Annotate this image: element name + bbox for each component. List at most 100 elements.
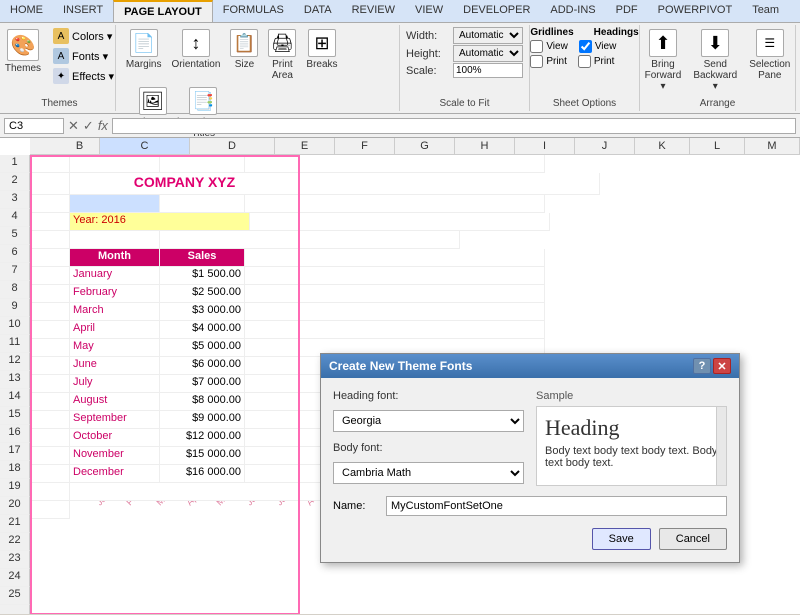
cell-c1[interactable] bbox=[70, 155, 160, 173]
cell-b7[interactable] bbox=[30, 267, 70, 285]
tab-insert[interactable]: INSERT bbox=[53, 0, 113, 22]
cell-c17-nov[interactable]: November bbox=[70, 447, 160, 465]
cell-d16-oct-sales[interactable]: $12 000.00 bbox=[160, 429, 245, 447]
cell-b11[interactable] bbox=[30, 339, 70, 357]
headings-view-check[interactable] bbox=[579, 40, 592, 53]
cell-b15[interactable] bbox=[30, 411, 70, 429]
margins-btn[interactable]: 📄 Margins bbox=[122, 27, 166, 72]
cell-d3[interactable] bbox=[160, 195, 245, 213]
width-select[interactable]: Automatic bbox=[453, 27, 523, 44]
tab-view[interactable]: VIEW bbox=[405, 0, 453, 22]
cell-c7-jan[interactable]: January bbox=[70, 267, 160, 285]
cell-rest-5[interactable] bbox=[160, 231, 460, 249]
name-input[interactable] bbox=[386, 496, 727, 516]
cell-c8-feb[interactable]: February bbox=[70, 285, 160, 303]
cell-b12[interactable] bbox=[30, 357, 70, 375]
cell-c2-company[interactable]: COMPANY XYZ bbox=[70, 173, 300, 195]
cell-rest-10[interactable] bbox=[245, 321, 545, 339]
size-btn[interactable]: 📋 Size bbox=[226, 27, 262, 72]
cell-d10-apr-sales[interactable]: $4 000.00 bbox=[160, 321, 245, 339]
cell-d17-nov-sales[interactable]: $15 000.00 bbox=[160, 447, 245, 465]
tab-page-layout[interactable]: PAGE LAYOUT bbox=[113, 0, 213, 22]
tab-team[interactable]: Team bbox=[742, 0, 789, 22]
cell-b5[interactable] bbox=[30, 231, 70, 249]
cell-c12-jun[interactable]: June bbox=[70, 357, 160, 375]
cell-b4[interactable] bbox=[30, 213, 70, 231]
cell-b16[interactable] bbox=[30, 429, 70, 447]
selection-pane-btn[interactable]: ☰ SelectionPane bbox=[745, 27, 794, 83]
cell-c10-apr[interactable]: April bbox=[70, 321, 160, 339]
tab-add-ins[interactable]: ADD-INS bbox=[540, 0, 605, 22]
cell-c4-year[interactable]: Year: 2016 bbox=[70, 213, 250, 231]
dialog-help-btn[interactable]: ? bbox=[693, 358, 711, 374]
cell-d18-dec-sales[interactable]: $16 000.00 bbox=[160, 465, 245, 483]
cell-rest-4[interactable] bbox=[250, 213, 550, 231]
fx-icon[interactable]: fx bbox=[98, 118, 108, 134]
cell-c5[interactable] bbox=[70, 231, 160, 249]
colors-btn[interactable]: A Colors ▾ bbox=[49, 27, 118, 45]
height-select[interactable]: Automatic bbox=[453, 45, 523, 62]
cell-d11-may-sales[interactable]: $5 000.00 bbox=[160, 339, 245, 357]
cell-b2[interactable] bbox=[30, 173, 70, 195]
cell-rest-6[interactable] bbox=[245, 249, 545, 267]
fx-confirm-icon[interactable]: ✓ bbox=[83, 118, 94, 134]
tab-formulas[interactable]: FORMULAS bbox=[213, 0, 294, 22]
cell-b17[interactable] bbox=[30, 447, 70, 465]
save-button[interactable]: Save bbox=[592, 528, 651, 550]
themes-btn[interactable]: 🎨 Themes bbox=[1, 27, 45, 76]
scale-input[interactable] bbox=[453, 63, 523, 78]
fonts-btn[interactable]: A Fonts ▾ bbox=[49, 47, 118, 65]
gridlines-view-check[interactable] bbox=[530, 40, 543, 53]
cell-rest-2[interactable] bbox=[300, 173, 600, 195]
sample-scrollbar[interactable] bbox=[716, 407, 726, 485]
cell-b18[interactable] bbox=[30, 465, 70, 483]
tab-pdf[interactable]: PDF bbox=[606, 0, 648, 22]
cell-b6[interactable] bbox=[30, 249, 70, 267]
body-font-select[interactable]: Cambria Math bbox=[333, 462, 524, 484]
tab-review[interactable]: REVIEW bbox=[342, 0, 405, 22]
cell-d8-feb-sales[interactable]: $2 500.00 bbox=[160, 285, 245, 303]
cell-rest-3[interactable] bbox=[245, 195, 545, 213]
tab-developer[interactable]: DEVELOPER bbox=[453, 0, 540, 22]
cell-rest-9[interactable] bbox=[245, 303, 545, 321]
cell-d13-jul-sales[interactable]: $7 000.00 bbox=[160, 375, 245, 393]
fx-cancel-icon[interactable]: ✕ bbox=[68, 118, 79, 134]
gridlines-print-check[interactable] bbox=[530, 55, 543, 68]
cell-c3[interactable] bbox=[70, 195, 160, 213]
cell-d6-sales-header[interactable]: Sales bbox=[160, 249, 245, 267]
cell-b19[interactable] bbox=[30, 483, 70, 501]
cell-b13[interactable] bbox=[30, 375, 70, 393]
tab-home[interactable]: HOME bbox=[0, 0, 53, 22]
effects-btn[interactable]: ✦ Effects ▾ bbox=[49, 67, 118, 85]
cell-c11-may[interactable]: May bbox=[70, 339, 160, 357]
cell-b8[interactable] bbox=[30, 285, 70, 303]
cell-c18-dec[interactable]: December bbox=[70, 465, 160, 483]
cell-c16-oct[interactable]: October bbox=[70, 429, 160, 447]
cell-rest-1[interactable] bbox=[245, 155, 545, 173]
cell-b9[interactable] bbox=[30, 303, 70, 321]
formula-input[interactable] bbox=[112, 118, 796, 134]
cell-b10[interactable] bbox=[30, 321, 70, 339]
cell-rest-8[interactable] bbox=[245, 285, 545, 303]
cell-c14-aug[interactable]: August bbox=[70, 393, 160, 411]
orientation-btn[interactable]: ↕ Orientation bbox=[168, 27, 225, 72]
cell-b1[interactable] bbox=[30, 155, 70, 173]
cell-d9-mar-sales[interactable]: $3 000.00 bbox=[160, 303, 245, 321]
cell-d15-sep-sales[interactable]: $9 000.00 bbox=[160, 411, 245, 429]
dialog-close-btn[interactable]: ✕ bbox=[713, 358, 731, 374]
name-box[interactable] bbox=[4, 118, 64, 134]
cell-d12-jun-sales[interactable]: $6 000.00 bbox=[160, 357, 245, 375]
breaks-btn[interactable]: ⊞ Breaks bbox=[302, 27, 341, 72]
cell-b20[interactable] bbox=[30, 501, 70, 519]
cell-c9-mar[interactable]: March bbox=[70, 303, 160, 321]
tab-powerpivot[interactable]: POWERPIVOT bbox=[648, 0, 743, 22]
cell-d14-aug-sales[interactable]: $8 000.00 bbox=[160, 393, 245, 411]
headings-print-check[interactable] bbox=[578, 55, 591, 68]
cancel-button[interactable]: Cancel bbox=[659, 528, 727, 550]
send-backward-btn[interactable]: ⬇ SendBackward ▾ bbox=[689, 27, 741, 94]
cell-c13-jul[interactable]: July bbox=[70, 375, 160, 393]
cell-c6-month-header[interactable]: Month bbox=[70, 249, 160, 267]
tab-data[interactable]: DATA bbox=[294, 0, 342, 22]
cell-b14[interactable] bbox=[30, 393, 70, 411]
cell-rest-7[interactable] bbox=[245, 267, 545, 285]
